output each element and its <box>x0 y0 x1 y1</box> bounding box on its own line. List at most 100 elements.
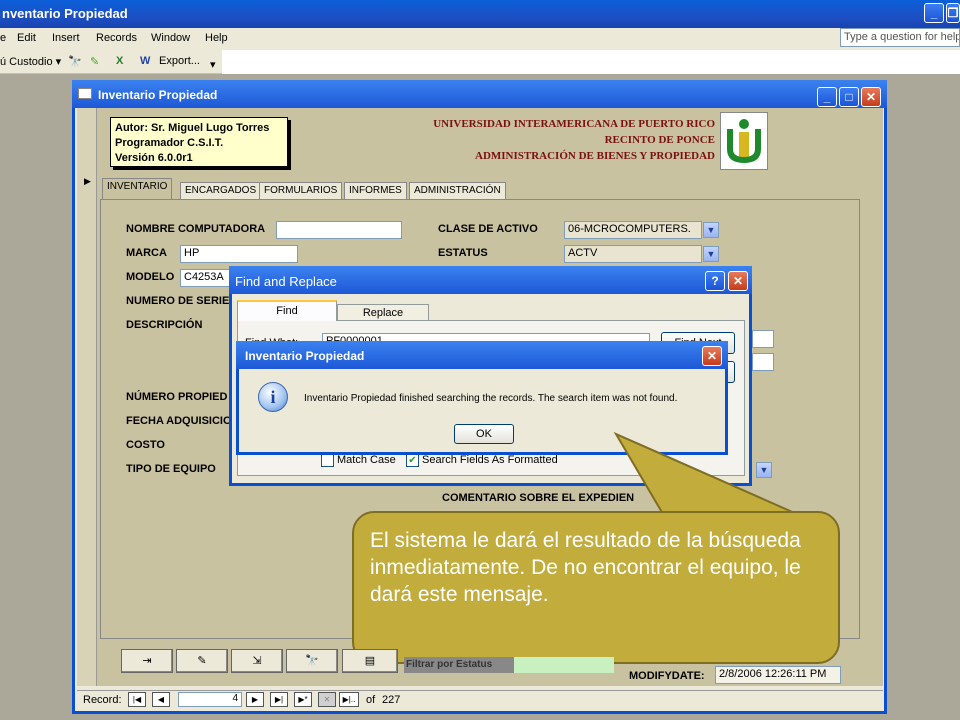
menu-bar: e Edit Insert Records Window Help <box>0 28 960 50</box>
current-record-input[interactable]: 4 <box>178 692 242 707</box>
form-maximize-icon[interactable]: □ <box>839 87 859 107</box>
menu-records[interactable]: Records <box>96 32 137 44</box>
export-button[interactable]: Export... <box>159 55 200 67</box>
label-fecha-adquisicion: FECHA ADQUISICIO <box>126 415 232 427</box>
form-icon <box>78 88 92 99</box>
label-modelo: MODELO <box>126 271 175 283</box>
label-clase-activo: CLASE DE ACTIVO <box>438 223 538 235</box>
current-record-icon: ▶ <box>84 176 91 186</box>
binoculars-icon[interactable]: 🔭 <box>286 649 338 673</box>
form-close-icon[interactable]: ✕ <box>861 87 881 107</box>
go-to-icon[interactable]: ▶|.. <box>339 692 359 707</box>
previous-record-icon[interactable]: ◀ <box>152 692 170 707</box>
university-line: RECINTO DE PONCE <box>604 134 715 146</box>
binoculars-icon[interactable]: 🔭 <box>68 55 82 68</box>
of-label: of <box>366 694 376 706</box>
edit-record-icon[interactable]: ✎ <box>176 649 228 673</box>
side-field[interactable] <box>752 353 774 371</box>
word-icon[interactable]: W <box>140 55 150 67</box>
estatus-select[interactable]: ACTV <box>564 245 702 263</box>
toolbar-options-icon[interactable]: ▾ <box>210 58 216 71</box>
find-replace-title-bar: Find and Replace <box>229 266 752 294</box>
label-comentario: COMENTARIO SOBRE EL EXPEDIEN <box>442 492 635 504</box>
author-line: Versión 6.0.0r1 <box>115 152 193 164</box>
menu-file[interactable]: e <box>0 32 6 44</box>
menu-edit[interactable]: Edit <box>17 32 36 44</box>
tab-inventario[interactable]: INVENTARIO <box>102 178 173 200</box>
side-field[interactable] <box>752 330 774 348</box>
ok-button[interactable]: OK <box>454 424 514 444</box>
form-title: Inventario Propiedad <box>98 88 218 102</box>
report-icon[interactable]: ▤ <box>342 649 398 673</box>
author-line: Autor: Sr. Miguel Lugo Torres <box>115 122 270 134</box>
modifydate-field[interactable]: 2/8/2006 12:26:11 PM <box>715 666 841 684</box>
label-descripcion: DESCRIPCIÓN <box>126 319 203 331</box>
menu-window[interactable]: Window <box>151 32 190 44</box>
label-tipo-equipo: TIPO DE EQUIPO <box>126 463 216 475</box>
chevron-down-icon[interactable]: ▼ <box>703 246 719 262</box>
message-title-bar: Inventario Propiedad <box>236 341 728 369</box>
record-label: Record: <box>83 694 122 706</box>
edit-form-icon[interactable]: ✎ <box>90 55 99 68</box>
search-formatted-label: Search Fields As Formatted <box>422 454 558 466</box>
info-icon: i <box>258 382 288 412</box>
tab-formularios[interactable]: FORMULARIOS <box>259 182 343 200</box>
nombre-computadora-field[interactable] <box>276 221 402 239</box>
modifydate-label: MODIFYDATE: <box>629 670 705 682</box>
menu-help[interactable]: Help <box>205 32 228 44</box>
label-estatus: ESTATUS <box>438 247 488 259</box>
help-icon[interactable]: ? <box>705 271 725 291</box>
restore-icon[interactable]: ❐ <box>946 3 960 23</box>
author-line: Programador C.S.I.T. <box>115 137 224 149</box>
find-close-icon[interactable]: ✕ <box>728 271 748 291</box>
filter-status-field[interactable] <box>514 657 614 673</box>
match-case-label: Match Case <box>337 454 396 466</box>
callout-text: El sistema le dará el resultado de la bú… <box>370 529 801 606</box>
message-close-icon[interactable]: ✕ <box>702 346 722 366</box>
app-title: nventario Propiedad <box>2 6 128 21</box>
university-logo <box>720 112 768 170</box>
menu-insert[interactable]: Insert <box>52 32 80 44</box>
new-record-icon[interactable]: ▶* <box>294 692 312 707</box>
author-box: Autor: Sr. Miguel Lugo Torres Programado… <box>110 117 288 167</box>
minimize-icon[interactable]: _ <box>924 3 944 23</box>
tab-administracion[interactable]: ADMINISTRACIÓN <box>409 182 506 200</box>
label-costo: COSTO <box>126 439 165 451</box>
delete-record-icon: ✕ <box>318 692 336 707</box>
form-title-bar: Inventario Propiedad <box>72 80 887 108</box>
search-formatted-checkbox[interactable]: ✔ <box>406 454 419 467</box>
ask-question-input[interactable]: Type a question for help <box>840 28 960 47</box>
form-minimize-icon[interactable]: _ <box>817 87 837 107</box>
match-case-checkbox[interactable] <box>321 454 334 467</box>
label-nombre-computadora: NOMBRE COMPUTADORA <box>126 223 266 235</box>
sort-icon[interactable]: ⇲ <box>231 649 283 673</box>
custodio-menu[interactable]: ú Custodio ▾ <box>0 55 61 68</box>
app-title-bar: nventario Propiedad <box>0 0 960 28</box>
chevron-down-icon[interactable]: ▼ <box>703 222 719 238</box>
excel-icon[interactable]: X <box>116 55 123 67</box>
record-total: 227 <box>382 694 401 706</box>
university-line: ADMINISTRACIÓN DE BIENES Y PROPIEDAD <box>475 150 715 162</box>
message-title: Inventario Propiedad <box>245 349 365 363</box>
record-selector[interactable] <box>77 108 97 686</box>
find-replace-title: Find and Replace <box>235 274 337 289</box>
tab-encargados[interactable]: ENCARGADOS <box>180 182 262 200</box>
next-record-icon[interactable]: ▶ <box>246 692 264 707</box>
modelo-field[interactable]: C4253A <box>180 269 232 287</box>
tab-find[interactable]: Find <box>237 300 337 321</box>
callout-note: El sistema le dará el resultado de la bú… <box>352 511 840 664</box>
tab-informes[interactable]: INFORMES <box>344 182 407 200</box>
label-numero-serie: NUMERO DE SERIE <box>126 295 230 307</box>
tab-replace[interactable]: Replace <box>337 304 429 321</box>
marca-field[interactable]: HP <box>180 245 298 263</box>
university-header: UNIVERSIDAD INTERAMERICANA DE PUERTO RIC… <box>380 116 715 164</box>
label-numero-propiedad: NÚMERO PROPIED <box>126 391 228 403</box>
university-line: UNIVERSIDAD INTERAMERICANA DE PUERTO RIC… <box>433 118 715 130</box>
label-marca: MARCA <box>126 247 167 259</box>
filter-status-label: Filtrar por Estatus <box>404 657 514 673</box>
last-record-icon[interactable]: ▶| <box>270 692 288 707</box>
message-text: Inventario Propiedad finished searching … <box>304 393 678 404</box>
first-record-icon[interactable]: |◀ <box>128 692 146 707</box>
exit-form-icon[interactable]: ⇥ <box>121 649 173 673</box>
clase-activo-select[interactable]: 06-MCROCOMPUTERS. <box>564 221 702 239</box>
